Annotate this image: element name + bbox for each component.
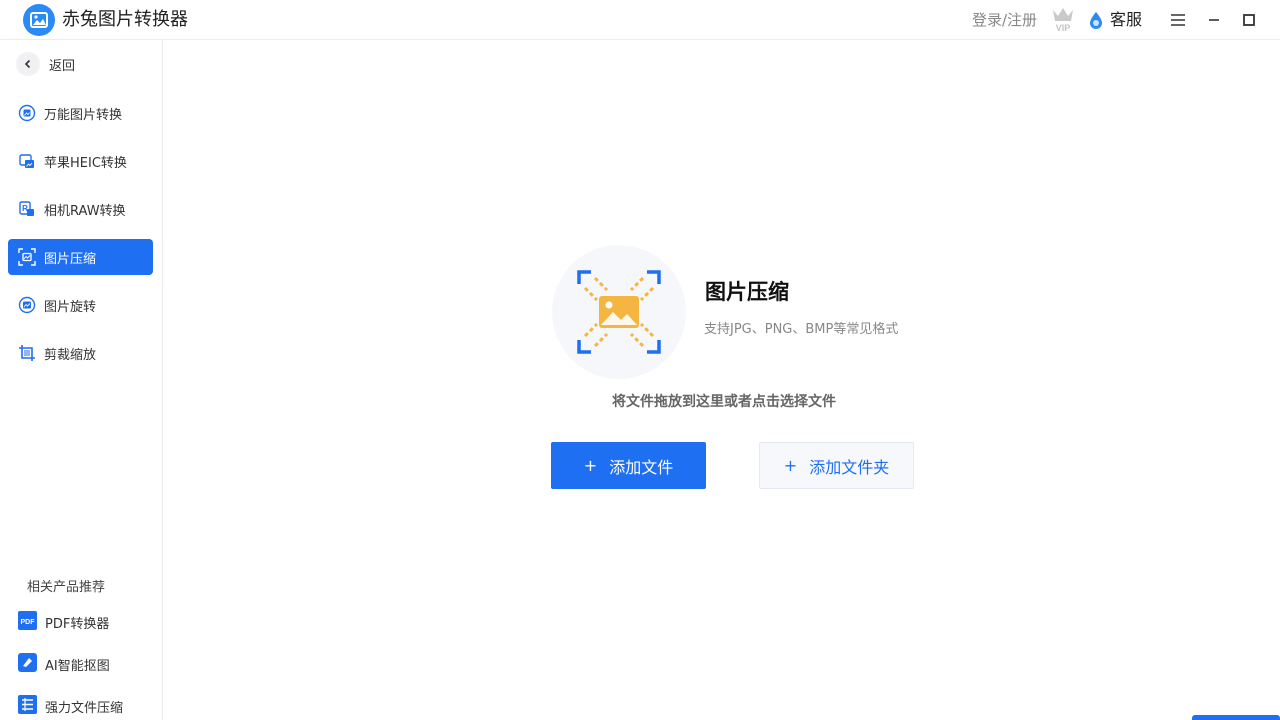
product-ai-cutout[interactable]: AI智能抠图 (18, 652, 110, 676)
sidebar-item-raw[interactable]: R 相机RAW转换 (8, 191, 153, 227)
feature-description: 支持JPG、PNG、BMP等常见格式 (704, 322, 899, 337)
product-file-compress[interactable]: 强力文件压缩 (18, 694, 124, 718)
corner-accent-bar (1192, 715, 1280, 720)
sidebar-item-heic[interactable]: 苹果HEIC转换 (8, 143, 153, 179)
compress-hero-icon (552, 245, 686, 379)
image-convert-icon (18, 104, 36, 122)
sidebar-item-label: 相机RAW转换 (44, 203, 126, 219)
title-bar: 赤兔图片转换器 登录/注册 VIP 客服 (0, 0, 1280, 40)
plus-icon: + (583, 456, 598, 475)
sidebar-item-label: 图片旋转 (44, 299, 97, 315)
crop-icon (18, 344, 36, 362)
sidebar-item-compress[interactable]: 图片压缩 (8, 239, 153, 275)
drop-zone[interactable]: 图片压缩 支持JPG、PNG、BMP等常见格式 将文件拖放到这里或者点击选择文件… (163, 40, 1280, 720)
rotate-icon (18, 296, 36, 314)
add-file-label: 添加文件 (609, 457, 674, 477)
sidebar: 返回 万能图片转换 苹果HEIC转换 R 相机RAW转换 图片压缩 图片旋转 剪… (0, 40, 163, 720)
sidebar-item-image-convert[interactable]: 万能图片转换 (8, 95, 153, 131)
customer-service-button[interactable]: 客服 (1110, 10, 1142, 30)
product-label: PDF转换器 (45, 616, 110, 632)
add-folder-label: 添加文件夹 (809, 457, 890, 477)
file-compress-icon (18, 694, 37, 718)
sidebar-item-label: 苹果HEIC转换 (44, 155, 127, 171)
add-file-button[interactable]: + 添加文件 (551, 442, 706, 489)
product-label: 强力文件压缩 (45, 700, 124, 716)
vip-crown-icon[interactable]: VIP (1049, 4, 1077, 33)
chevron-left-icon (16, 52, 40, 76)
back-label: 返回 (49, 58, 76, 74)
svg-text:PDF: PDF (21, 619, 36, 626)
customer-service-icon[interactable] (1088, 11, 1104, 29)
related-products-title: 相关产品推荐 (27, 580, 106, 595)
ai-cutout-icon (18, 652, 37, 676)
drop-hint-text: 将文件拖放到这里或者点击选择文件 (612, 394, 836, 410)
product-pdf-converter[interactable]: PDF PDF转换器 (18, 610, 110, 634)
app-title: 赤兔图片转换器 (62, 9, 188, 30)
app-logo-icon (23, 4, 55, 36)
sidebar-item-label: 万能图片转换 (44, 107, 123, 123)
compress-icon (18, 248, 36, 266)
svg-text:VIP: VIP (1056, 23, 1071, 32)
plus-icon: + (783, 456, 798, 475)
sidebar-item-rotate[interactable]: 图片旋转 (8, 287, 153, 323)
heic-icon (18, 152, 36, 170)
maximize-icon[interactable] (1237, 8, 1261, 32)
login-register-link[interactable]: 登录/注册 (972, 10, 1037, 30)
raw-icon: R (18, 200, 36, 218)
minimize-icon[interactable] (1202, 8, 1226, 32)
pdf-icon: PDF (18, 610, 37, 634)
sidebar-item-crop[interactable]: 剪裁缩放 (8, 335, 153, 371)
feature-title: 图片压缩 (705, 280, 789, 304)
add-folder-button[interactable]: + 添加文件夹 (759, 442, 914, 489)
menu-icon[interactable] (1166, 8, 1190, 32)
back-button[interactable]: 返回 (16, 52, 75, 76)
sidebar-item-label: 图片压缩 (44, 251, 97, 267)
product-label: AI智能抠图 (45, 658, 110, 674)
sidebar-item-label: 剪裁缩放 (44, 347, 97, 363)
